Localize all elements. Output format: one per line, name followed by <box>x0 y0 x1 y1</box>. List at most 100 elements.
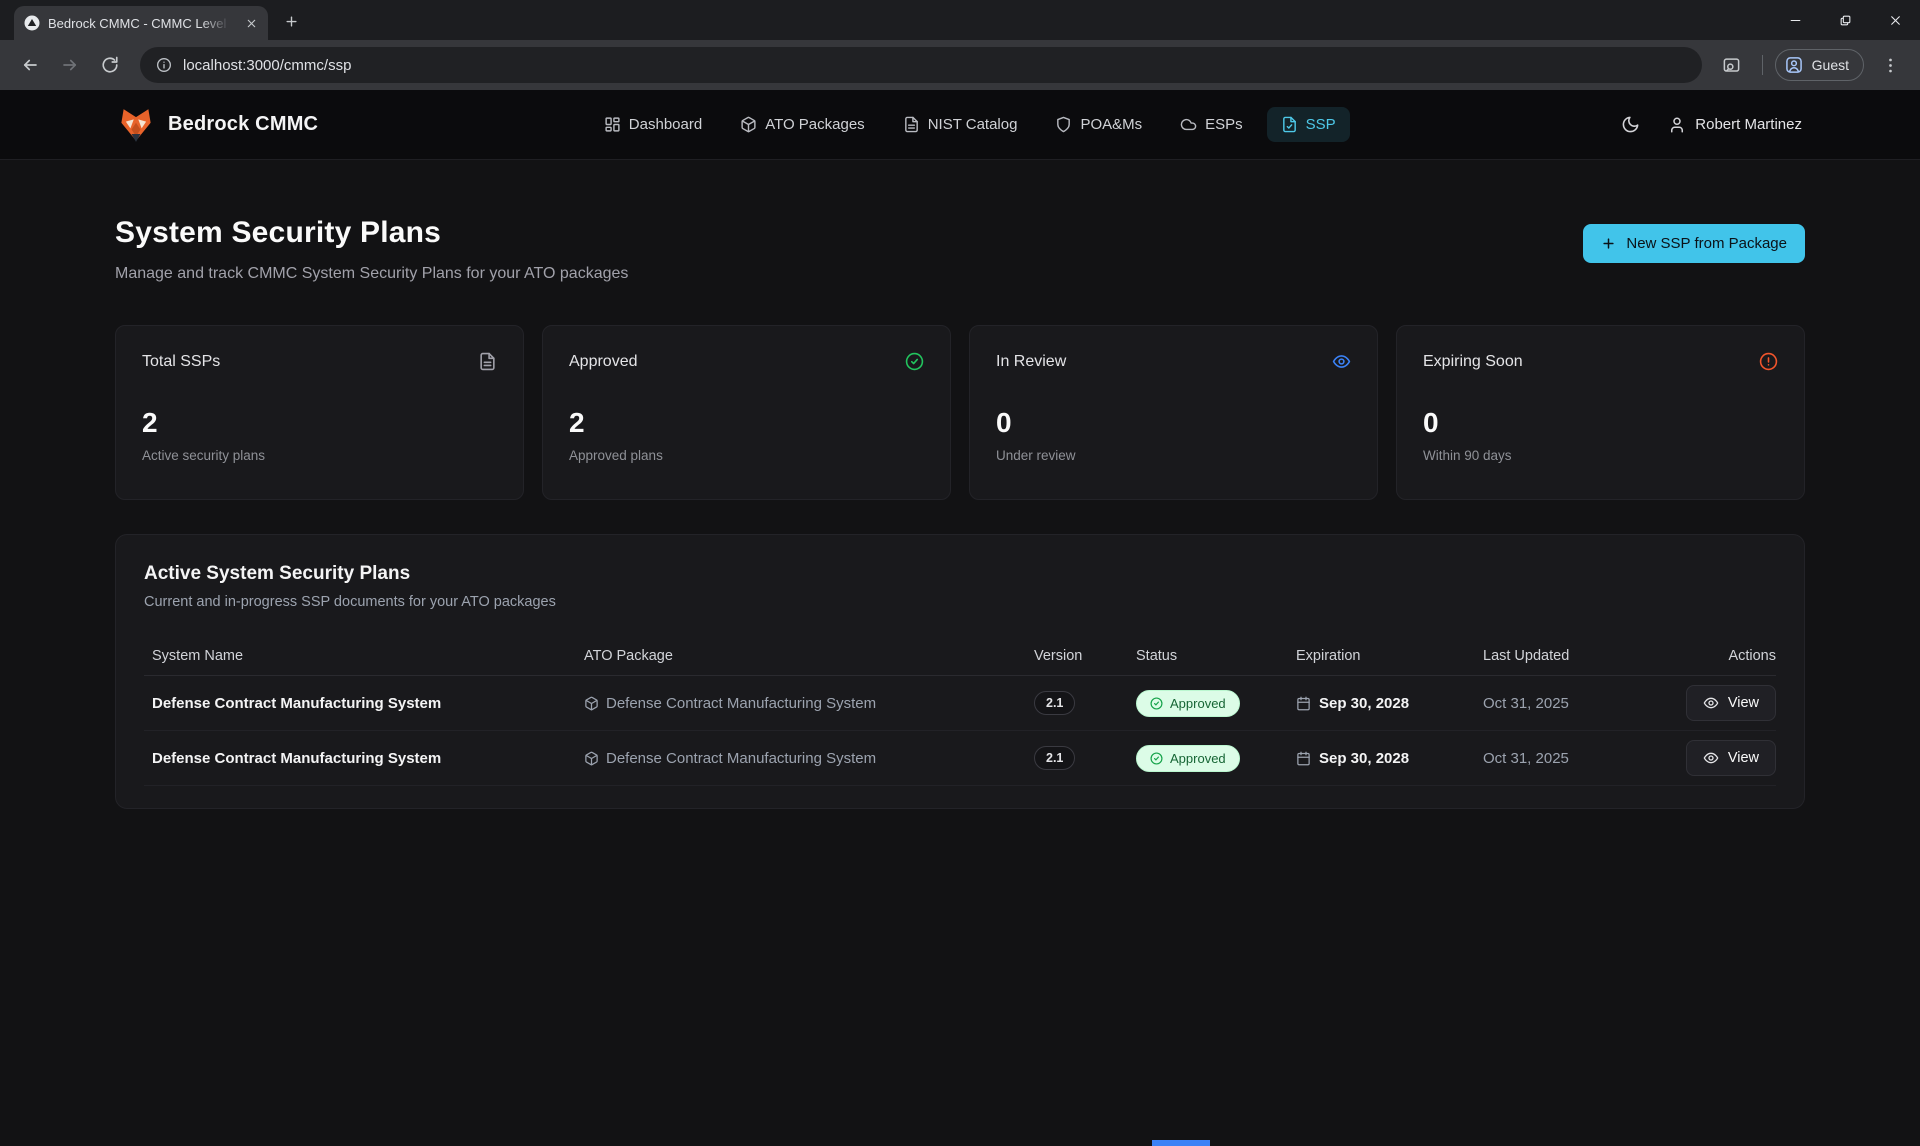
package-icon <box>740 116 757 133</box>
system-name: Defense Contract Manufacturing System <box>144 750 584 767</box>
check-circle-icon <box>1150 697 1163 710</box>
back-icon[interactable] <box>12 47 48 83</box>
ato-package-cell: Defense Contract Manufacturing System <box>584 695 1034 712</box>
cloud-icon <box>1180 116 1197 133</box>
app-header: Bedrock CMMC Dashboard ATO Packages NIST… <box>0 90 1920 160</box>
window-close-button[interactable] <box>1870 0 1920 40</box>
col-system-name: System Name <box>144 648 584 664</box>
window-restore-button[interactable] <box>1820 0 1870 40</box>
expiration-date: Sep 30, 2028 <box>1319 695 1409 712</box>
new-tab-button[interactable] <box>276 6 306 36</box>
nav-label: Dashboard <box>629 116 702 133</box>
theme-toggle-button[interactable] <box>1621 115 1640 134</box>
col-last-updated: Last Updated <box>1483 648 1673 664</box>
ssp-table-card: Active System Security Plans Current and… <box>115 534 1805 809</box>
nav-esps[interactable]: ESPs <box>1166 107 1257 142</box>
shield-icon <box>1055 116 1072 133</box>
new-ssp-button-label: New SSP from Package <box>1626 235 1787 252</box>
view-button-label: View <box>1728 695 1759 711</box>
stat-card-total-ssps: Total SSPs 2 Active security plans <box>115 325 524 500</box>
browser-toolbar: localhost:3000/cmmc/ssp Guest <box>0 40 1920 90</box>
url-text: localhost:3000/cmmc/ssp <box>183 57 351 74</box>
window-minimize-button[interactable] <box>1770 0 1820 40</box>
profile-label: Guest <box>1812 57 1849 73</box>
stats-row: Total SSPs 2 Active security plans Appro… <box>115 325 1805 500</box>
check-circle-icon <box>905 352 924 371</box>
browser-tab[interactable]: Bedrock CMMC - CMMC Level 2 <box>14 6 268 40</box>
stat-value: 0 <box>996 409 1351 437</box>
stat-card-approved: Approved 2 Approved plans <box>542 325 951 500</box>
user-name: Robert Martinez <box>1695 116 1802 133</box>
calendar-icon <box>1296 696 1311 711</box>
nav-poams[interactable]: POA&Ms <box>1041 107 1156 142</box>
ssp-table: System Name ATO Package Version Status E… <box>144 636 1776 786</box>
stat-card-in-review: In Review 0 Under review <box>969 325 1378 500</box>
toolbar-divider <box>1762 55 1763 75</box>
alert-circle-icon <box>1759 352 1778 371</box>
guest-avatar-icon <box>1784 55 1804 75</box>
dashboard-icon <box>604 116 621 133</box>
file-check-icon <box>1281 116 1298 133</box>
tab-close-icon[interactable] <box>242 14 260 32</box>
expiration-cell: Sep 30, 2028 <box>1296 750 1483 767</box>
stat-card-expiring-soon: Expiring Soon 0 Within 90 days <box>1396 325 1805 500</box>
page-subtitle: Manage and track CMMC System Security Pl… <box>115 265 628 283</box>
stat-value: 2 <box>142 409 497 437</box>
site-info-icon <box>156 57 172 73</box>
ato-package-cell: Defense Contract Manufacturing System <box>584 750 1034 767</box>
eye-icon <box>1703 695 1719 711</box>
nav-ato-packages[interactable]: ATO Packages <box>726 107 879 142</box>
col-status: Status <box>1136 648 1296 664</box>
table-header-row: System Name ATO Package Version Status E… <box>144 636 1776 676</box>
system-name: Defense Contract Manufacturing System <box>144 695 584 712</box>
view-button[interactable]: View <box>1686 740 1776 776</box>
status-badge: Approved <box>1136 745 1240 772</box>
fox-logo-icon <box>118 107 154 143</box>
ato-package-name: Defense Contract Manufacturing System <box>606 750 876 767</box>
browser-menu-icon[interactable] <box>1872 47 1908 83</box>
stat-caption: Within 90 days <box>1423 448 1778 463</box>
table-subtitle: Current and in-progress SSP documents fo… <box>144 594 1776 610</box>
package-icon <box>584 696 599 711</box>
plus-icon <box>1601 236 1616 251</box>
forward-icon[interactable] <box>52 47 88 83</box>
stat-label: Expiring Soon <box>1423 353 1523 371</box>
view-button-label: View <box>1728 750 1759 766</box>
user-menu[interactable]: Robert Martinez <box>1668 116 1802 134</box>
version-badge: 2.1 <box>1034 691 1075 715</box>
nav-nist-catalog[interactable]: NIST Catalog <box>889 107 1032 142</box>
check-circle-icon <box>1150 752 1163 765</box>
status-label: Approved <box>1170 751 1226 766</box>
url-bar[interactable]: localhost:3000/cmmc/ssp <box>140 47 1702 83</box>
stat-caption: Approved plans <box>569 448 924 463</box>
tab-title: Bedrock CMMC - CMMC Level 2 <box>48 16 234 31</box>
main-content: System Security Plans Manage and track C… <box>0 160 1920 809</box>
stat-caption: Under review <box>996 448 1351 463</box>
stat-caption: Active security plans <box>142 448 497 463</box>
main-nav: Dashboard ATO Packages NIST Catalog POA&… <box>590 107 1350 142</box>
user-icon <box>1668 116 1686 134</box>
page-title: System Security Plans <box>115 216 628 250</box>
table-title: Active System Security Plans <box>144 563 1776 585</box>
last-updated-cell: Oct 31, 2025 <box>1483 695 1673 712</box>
reload-icon[interactable] <box>92 47 128 83</box>
browser-tabstrip: Bedrock CMMC - CMMC Level 2 <box>0 0 1920 40</box>
browser-profile-button[interactable]: Guest <box>1775 49 1864 81</box>
nav-label: SSP <box>1306 116 1336 133</box>
nav-label: NIST Catalog <box>928 116 1018 133</box>
nav-dashboard[interactable]: Dashboard <box>590 107 716 142</box>
col-expiration: Expiration <box>1296 648 1483 664</box>
col-version: Version <box>1034 648 1136 664</box>
new-ssp-button[interactable]: New SSP from Package <box>1583 224 1805 263</box>
side-search-icon[interactable] <box>1714 47 1750 83</box>
nav-ssp[interactable]: SSP <box>1267 107 1350 142</box>
nav-label: ESPs <box>1205 116 1243 133</box>
calendar-icon <box>1296 751 1311 766</box>
file-text-icon <box>903 116 920 133</box>
view-button[interactable]: View <box>1686 685 1776 721</box>
stat-value: 0 <box>1423 409 1778 437</box>
moon-icon <box>1621 115 1640 134</box>
nav-label: POA&Ms <box>1080 116 1142 133</box>
brand[interactable]: Bedrock CMMC <box>118 107 318 143</box>
last-updated-cell: Oct 31, 2025 <box>1483 750 1673 767</box>
